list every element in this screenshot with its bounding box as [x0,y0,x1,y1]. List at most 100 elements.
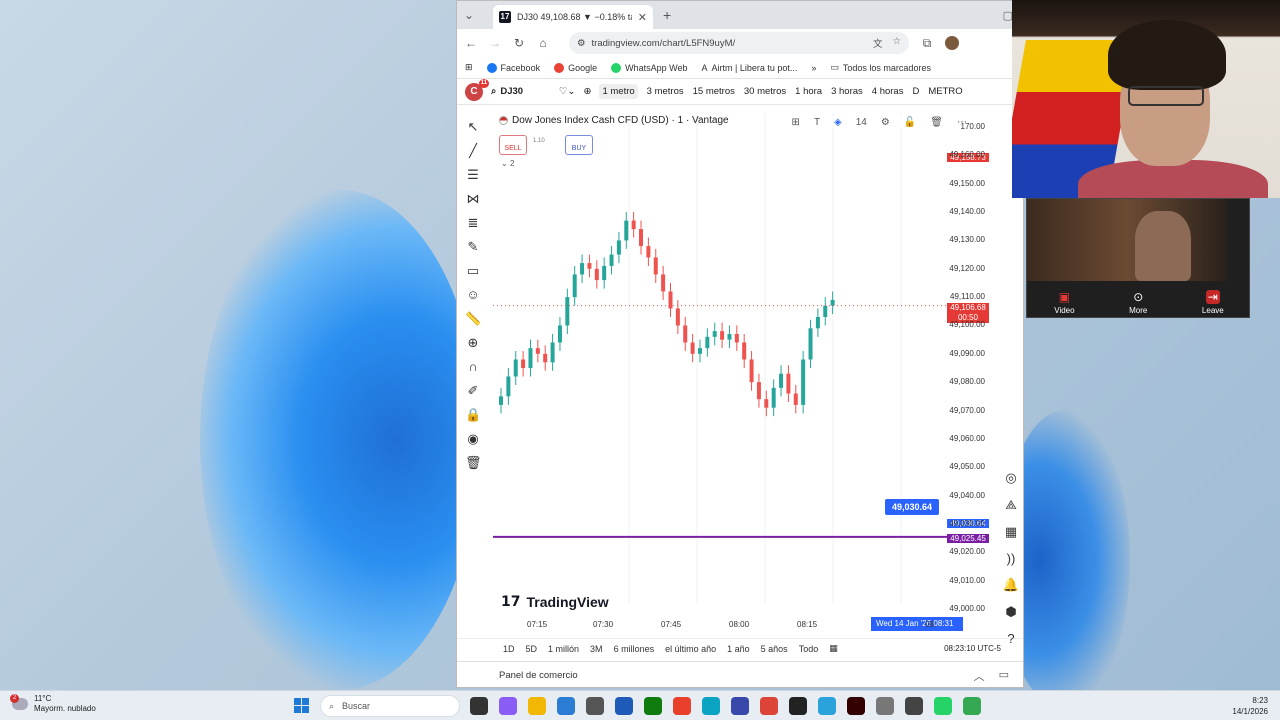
idea-icon[interactable]: ⟁ [1005,497,1017,513]
calendar-range-icon[interactable]: ▦ [829,643,838,654]
candlestick-chart[interactable] [493,113,947,603]
system-clock[interactable]: 8:23 14/1/2026 [1232,695,1268,717]
zoom-icon[interactable]: ⊕ [465,335,481,351]
chart-area[interactable]: Dow Jones Index Cash CFD (USD) · 1 · Van… [493,113,993,638]
profile-avatar[interactable] [945,36,959,50]
buy-button[interactable]: BUY [565,135,593,155]
ruler-icon[interactable]: 📏 [465,311,481,327]
forward-icon[interactable]: → [489,36,501,50]
user-avatar[interactable]: C 11 [465,78,489,101]
more-button[interactable]: ⊙ More [1129,290,1147,315]
sell-button[interactable]: SELL [499,135,527,155]
horizontal-lines-icon[interactable]: ☰ [465,167,481,183]
trend-line-icon[interactable]: ╱ [465,143,481,159]
target-icon[interactable]: ◎ [1005,470,1016,486]
app2-icon[interactable] [731,697,749,715]
close-tab-icon[interactable]: ✕ [638,11,647,24]
calendar-icon[interactable]: ▦ [1005,524,1017,540]
rectangle-icon[interactable]: ▭ [465,263,481,279]
pattern-icon[interactable]: ⋈ [465,191,481,207]
range-6[interactable]: 1 año [727,644,750,654]
add-symbol-icon[interactable]: ⊕ [583,86,591,97]
collapse-icon[interactable]: ︿ [974,668,985,684]
trading-panel-label[interactable]: Panel de comercio [499,670,578,681]
illustrator-icon[interactable] [847,697,865,715]
line-width-value[interactable]: 14 [856,117,867,128]
new-tab-icon[interactable]: + [663,7,671,23]
symbol-search[interactable]: ⌕ DJ30 [491,86,551,97]
timeframe-3[interactable]: 30 metros [744,86,786,97]
video-button[interactable]: ▣ Video [1054,290,1074,315]
timeframe-2[interactable]: 15 metros [693,86,735,97]
range-7[interactable]: 5 años [761,644,788,654]
apps-grid-icon[interactable]: ⊞ [465,62,473,73]
indicator-toggle[interactable]: ⌄ 2 [501,159,514,168]
site-info-icon[interactable]: ⚙ [577,38,586,49]
fib-icon[interactable]: ≣ [465,215,481,231]
layout-icon[interactable]: ⊞ [792,117,800,128]
trading-panel-bar[interactable]: Panel de comercio ︿ ▭ [457,661,1023,687]
settings-icon[interactable] [876,697,894,715]
grid-menu-icon[interactable]: ⬢ [1005,604,1016,620]
brush-icon[interactable]: ✎ [465,239,481,255]
delete-icon[interactable]: 🗑 [930,117,943,128]
xbox-icon[interactable] [644,697,662,715]
range-1[interactable]: 5D [526,644,538,654]
timeframe-0[interactable]: 1 metro [599,84,638,99]
firefox-icon[interactable] [673,697,691,715]
emoji-icon[interactable]: ☺ [465,287,481,303]
text-icon[interactable]: T [814,117,820,128]
help-icon[interactable]: ? [1007,631,1014,646]
extensions-icon[interactable]: ⧉ [921,36,933,51]
price-axis[interactable]: 49,158.73 49,106.68 00:50 49,030.64 49,02… [947,113,989,623]
timeframe-7[interactable]: D [912,86,919,97]
range-8[interactable]: Todo [799,644,819,654]
telegram-icon[interactable] [818,697,836,715]
chrome-icon[interactable] [760,697,778,715]
fill-icon[interactable]: ◈ [834,117,842,128]
cursor-icon[interactable]: ↖ [465,119,481,135]
tab-list-icon[interactable]: ⌄ [463,8,475,22]
chrome2-icon[interactable] [963,697,981,715]
bell-icon[interactable]: 🔔 [1003,577,1019,593]
timeframe-4[interactable]: 1 hora [795,86,822,97]
edge-icon[interactable] [702,697,720,715]
magnet-icon[interactable]: ∩ [465,359,481,375]
range-0[interactable]: 1D [503,644,515,654]
time-axis[interactable]: Wed 14 Jan '26 08:31 07:15 07:30 07:45 08:0… [493,617,993,633]
utc-clock[interactable]: 08:23:10 UTC-5 [944,643,1001,654]
browser-tab[interactable]: 17 DJ30 49,108.68 ▼ −0.18% taldo ✕ [493,5,653,29]
task-view-icon[interactable] [470,697,488,715]
speedometer-icon[interactable] [789,697,807,715]
timeframe-6[interactable]: 4 horas [872,86,904,97]
back-icon[interactable]: ← [465,36,477,50]
more-bookmarks-icon[interactable]: » [811,63,816,73]
unlock-icon[interactable]: 🔓 [904,117,916,128]
alert-icon[interactable]: ♡⌄ [559,86,575,97]
lock-icon[interactable]: 🔒 [465,407,481,423]
bookmark-google[interactable]: Google [554,62,597,73]
app-icon[interactable] [586,697,604,715]
timeframe-1[interactable]: 3 metros [647,86,684,97]
copilot-icon[interactable] [499,697,517,715]
signal-icon[interactable]: )) [1007,551,1016,566]
range-4[interactable]: 6 millones [614,644,655,654]
windows-start-icon[interactable] [294,698,309,713]
bookmark-all[interactable]: ▭ Todos los marcadores [830,62,931,73]
bookmark-airtm[interactable]: A Airtm | Libera tu pot... [701,63,797,73]
store-icon[interactable] [557,697,575,715]
timeframe-5[interactable]: 3 horas [831,86,863,97]
file-explorer-icon[interactable] [528,697,546,715]
range-3[interactable]: 3M [590,644,603,654]
home-icon[interactable]: ⌂ [537,36,549,50]
weather-widget[interactable]: 2 11°C Mayorm. nublado [10,694,96,714]
eye-icon[interactable]: ◉ [465,431,481,447]
maximize-icon[interactable]: ▭ [999,668,1009,684]
address-bar[interactable]: ⚙ tradingview.com/chart/L5FN9uyM/ 文 ☆ [569,32,909,54]
reload-icon[interactable]: ↻ [513,36,525,50]
translate-icon[interactable]: 文 [873,36,883,50]
trash-icon[interactable]: 🗑 [465,455,482,471]
paint-icon[interactable] [615,697,633,715]
settings-icon[interactable]: ⚙ [881,117,890,128]
leave-button[interactable]: ⇥ Leave [1202,289,1224,315]
